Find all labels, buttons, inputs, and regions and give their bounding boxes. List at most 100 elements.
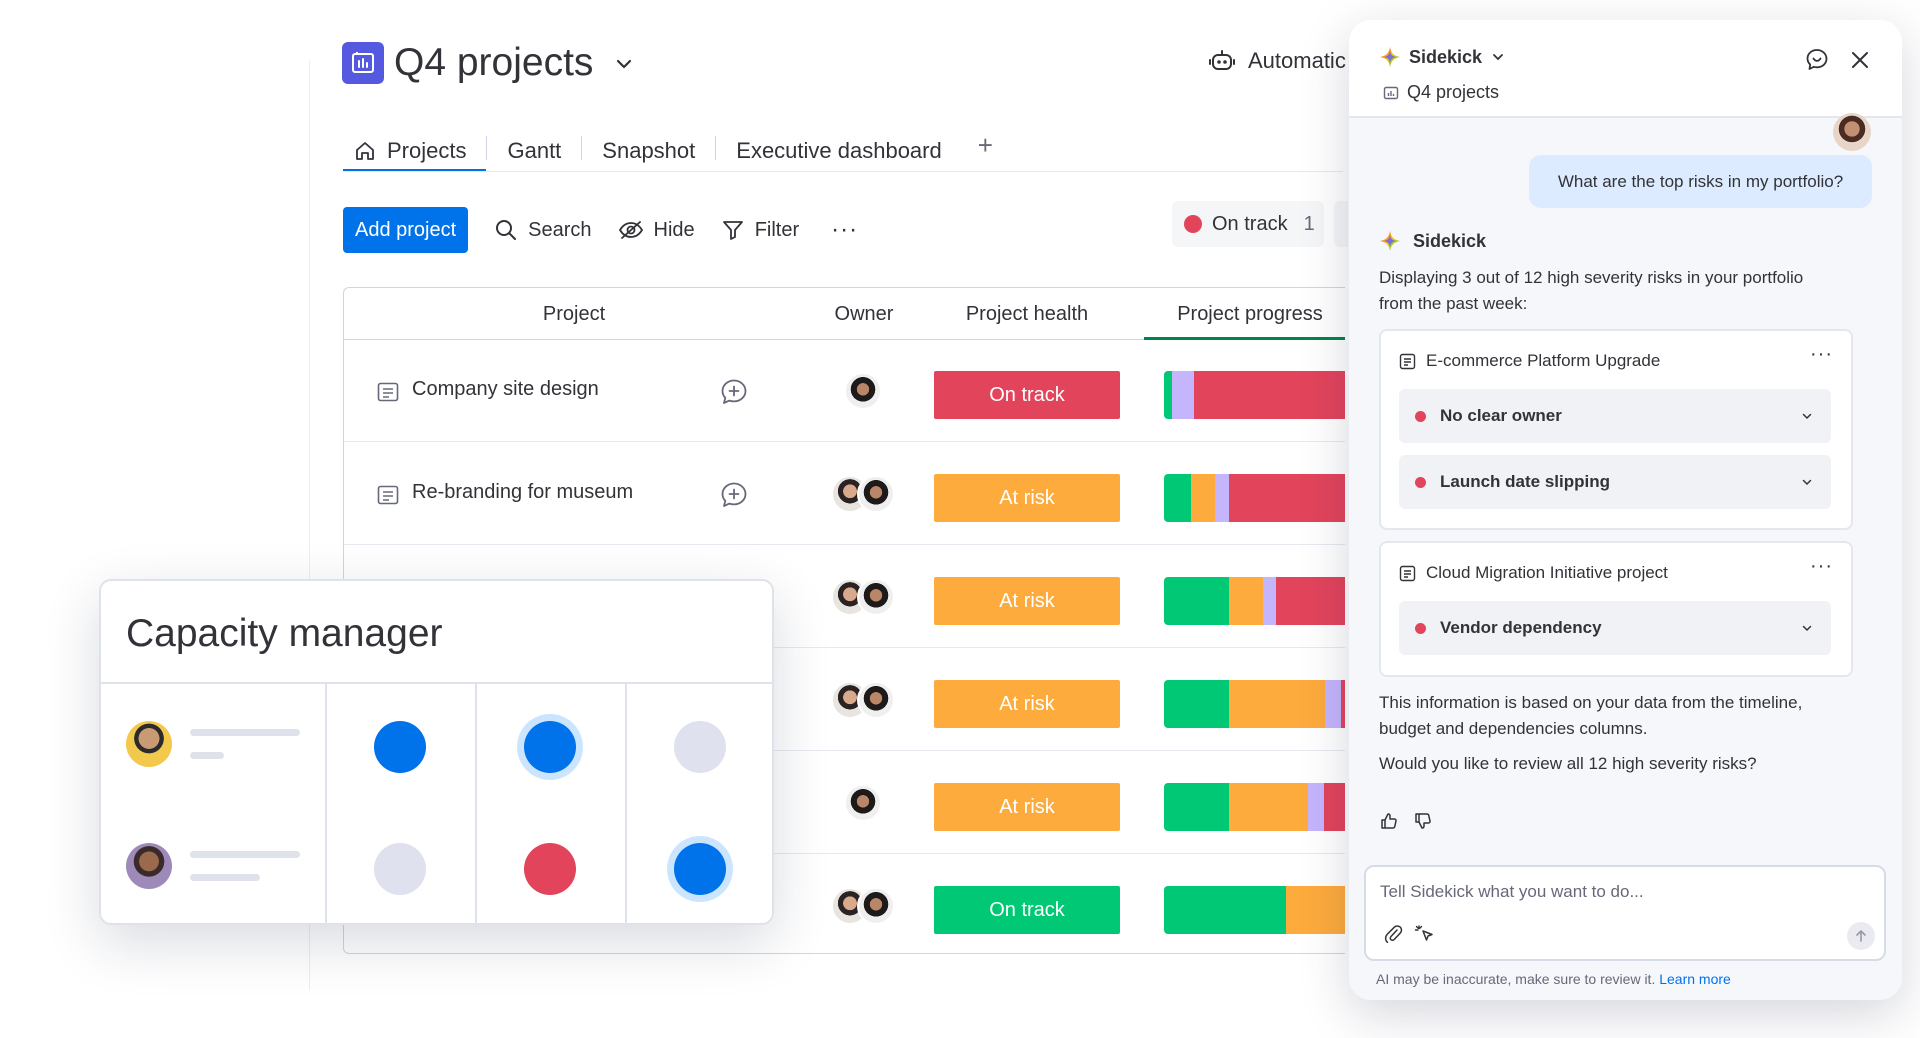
avatar [857,681,895,719]
paperclip-icon[interactable] [1382,923,1404,945]
item-icon [1399,565,1416,581]
column-header-owner[interactable]: Owner [804,288,924,340]
progress-segment [1228,680,1326,728]
chevron-down-icon [1493,54,1503,61]
status-badge[interactable]: At risk [934,474,1120,522]
progress-segment [1228,577,1263,625]
add-update-icon[interactable] [719,480,749,510]
placeholder-line [190,729,300,736]
placeholder-line [190,752,224,759]
risk-item[interactable]: Launch date slipping [1399,455,1831,509]
more-actions-button[interactable]: ··· [831,216,858,244]
capacity-dot [374,721,426,773]
table-row[interactable]: Re-branding for museum At risk [344,443,1345,545]
sidekick-title-button[interactable]: Sidekick [1379,46,1506,68]
thumbs-up-icon[interactable] [1379,811,1399,831]
arrow-up-icon [1856,930,1866,942]
risk-card-header: Cloud Migration Initiative project [1399,563,1668,583]
learn-more-link[interactable]: Learn more [1659,971,1731,987]
sidekick-response-header: Sidekick [1379,230,1486,252]
sidekick-intro: Displaying 3 out of 12 high severity ris… [1379,268,1804,313]
item-icon [1399,353,1416,369]
column-header-health[interactable]: Project health [934,288,1120,340]
progress-segment [1164,474,1191,522]
add-update-icon[interactable] [719,377,749,407]
add-project-button[interactable]: Add project [343,207,469,253]
automations-label: Automatic [1248,48,1346,73]
tab-executive-dashboard[interactable]: Executive dashboard [716,126,961,172]
tab-label: Snapshot [602,138,696,163]
grid-divider [625,684,627,923]
sidekick-context: Q4 projects [1383,82,1499,103]
chat-icon[interactable] [1804,47,1830,73]
status-filter-chip-next[interactable] [1334,201,1348,247]
hide-button[interactable]: Hide [618,218,695,242]
risk-card-menu-button[interactable]: ··· [1810,555,1833,578]
tab-label: Gantt [507,138,562,163]
tab-projects[interactable]: Projects [343,126,487,172]
tab-label: Projects [387,138,467,163]
pointer-icon[interactable] [1414,923,1436,945]
risk-project-name: E-commerce Platform Upgrade [1426,351,1661,370]
item-icon [377,382,399,402]
column-header-progress[interactable]: Project progress [1144,288,1345,340]
board-toolbar: Add project Search Hide Filter ··· [343,207,858,253]
capacity-dot [674,721,726,773]
status-dot [1184,215,1202,233]
progress-segment [1228,474,1345,522]
progress-bar [1164,371,1345,419]
table-row[interactable]: Company site design On track [344,340,1345,442]
capacity-dot [524,721,576,773]
tab-snapshot[interactable]: Snapshot [582,126,715,172]
risk-item[interactable]: Vendor dependency [1399,601,1831,655]
risk-card-menu-button[interactable]: ··· [1810,343,1833,366]
sidekick-panel: Sidekick Q4 projects What are the top ri… [1349,20,1902,1000]
board-icon [342,42,384,84]
sidekick-prompt-input[interactable] [1380,877,1860,907]
filter-button[interactable]: Filter [721,218,799,242]
status-badge[interactable]: At risk [934,577,1120,625]
filter-label: Filter [754,218,800,241]
status-badge[interactable]: On track [934,371,1120,419]
risk-card-header: E-commerce Platform Upgrade [1399,351,1660,371]
progress-segment [1285,886,1345,934]
status-chip-label: On track [1212,212,1288,235]
add-view-button[interactable]: + [962,126,1009,164]
risk-item[interactable]: No clear owner [1399,389,1831,443]
automations-button[interactable]: Automatic [1208,48,1346,74]
tab-gantt[interactable]: Gantt [487,126,581,172]
search-button[interactable]: Search [494,218,592,242]
risk-severity-dot [1415,622,1426,634]
filter-icon [722,221,743,240]
close-icon[interactable] [1849,49,1871,71]
project-name[interactable]: Re-branding for museum [412,481,633,504]
progress-bar [1164,680,1345,728]
progress-segment [1228,783,1309,831]
status-chip-count: 1 [1303,212,1315,235]
column-header-project[interactable]: Project [344,288,804,340]
progress-segment [1276,577,1345,625]
tab-label: Executive dashboard [736,138,942,163]
sidekick-composer [1364,865,1886,961]
avatar [126,721,172,767]
status-badge[interactable]: At risk [934,680,1120,728]
send-button[interactable] [1847,922,1875,950]
robot-icon [1209,50,1235,70]
project-name[interactable]: Company site design [412,378,599,401]
hide-label: Hide [653,218,695,241]
status-badge[interactable]: At risk [934,783,1120,831]
risk-label: Vendor dependency [1440,618,1602,637]
risk-card: Cloud Migration Initiative project ··· V… [1379,541,1853,677]
chevron-down-icon[interactable] [612,52,636,76]
avatar [844,784,882,822]
placeholder-line [190,851,300,858]
status-badge[interactable]: On track [934,886,1120,934]
status-filter-chip[interactable]: On track 1 [1172,201,1324,247]
sidekick-header: Sidekick Q4 projects [1349,20,1902,118]
thumbs-down-icon[interactable] [1413,811,1433,831]
progress-segment [1308,783,1324,831]
feedback-buttons [1379,811,1433,831]
risk-label: No clear owner [1440,406,1562,425]
sidekick-board-name: Q4 projects [1407,82,1500,102]
chevron-down-icon [1802,413,1812,420]
